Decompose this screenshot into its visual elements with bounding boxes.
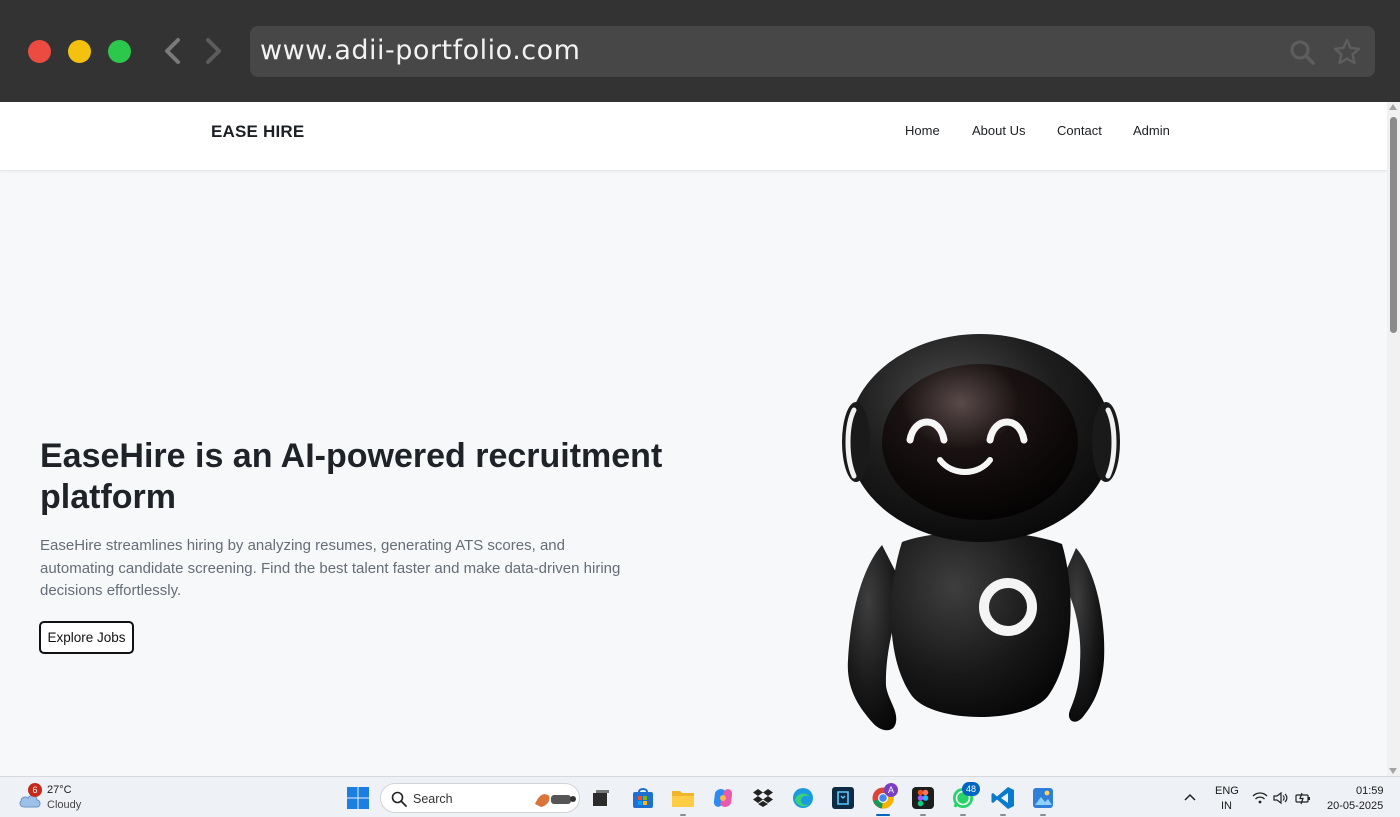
taskbar-search-box[interactable]: Search — [380, 783, 580, 813]
hero-description: EaseHire streamlines hiring by analyzing… — [40, 537, 621, 599]
scroll-thumb[interactable] — [1390, 117, 1397, 333]
file-explorer-icon[interactable] — [670, 785, 696, 811]
taskbar-search-label: Search — [413, 792, 453, 806]
running-indicator — [920, 814, 926, 816]
maximize-window-button[interactable] — [108, 40, 131, 63]
scroll-down-arrow-icon[interactable] — [1389, 768, 1397, 774]
clock-time[interactable]: 01:59 — [1356, 785, 1384, 797]
language-indicator-line1[interactable]: ENG — [1215, 785, 1239, 797]
microsoft-store-icon[interactable] — [630, 785, 656, 811]
clock-date[interactable]: 20-05-2025 — [1327, 800, 1383, 812]
chrome-profile-badge: A — [884, 783, 898, 797]
scroll-up-arrow-icon[interactable] — [1389, 104, 1397, 110]
back-arrow-icon[interactable] — [160, 36, 186, 66]
terminal-app-icon[interactable] — [830, 785, 856, 811]
figma-icon[interactable] — [910, 785, 936, 811]
chevron-up-icon[interactable] — [1183, 791, 1197, 803]
search-icon[interactable] — [1288, 38, 1316, 66]
browser-chrome: www.adii-portfolio.com — [0, 0, 1400, 102]
windows-taskbar: 6 27°C Cloudy Search A 48 ENG IN 01:59 2… — [0, 776, 1400, 817]
battery-icon[interactable] — [1295, 791, 1311, 805]
search-highlight-icon — [535, 794, 576, 807]
nav-home-link[interactable]: Home — [905, 123, 940, 138]
weather-temperature: 27°C — [47, 784, 72, 796]
page-viewport: EASE HIRE Home About Us Contact Admin Ea… — [0, 102, 1400, 776]
minimize-window-button[interactable] — [68, 40, 91, 63]
site-navbar: EASE HIRE Home About Us Contact Admin — [0, 102, 1387, 171]
photos-app-icon[interactable] — [1030, 785, 1056, 811]
running-indicator — [960, 814, 966, 816]
page-scrollbar[interactable] — [1387, 102, 1400, 776]
address-bar[interactable]: www.adii-portfolio.com — [250, 26, 1375, 77]
whatsapp-unread-badge: 48 — [962, 782, 980, 796]
robot-illustration — [842, 334, 1120, 731]
wifi-icon[interactable] — [1252, 791, 1268, 805]
search-icon — [391, 791, 407, 807]
running-indicator — [1040, 814, 1046, 816]
running-indicator — [1000, 814, 1006, 816]
bookmark-star-icon[interactable] — [1333, 38, 1361, 66]
language-indicator-line2[interactable]: IN — [1221, 800, 1232, 812]
weather-alert-badge: 6 — [28, 783, 42, 797]
forward-arrow-icon[interactable] — [200, 36, 226, 66]
vscode-icon[interactable] — [990, 785, 1016, 811]
nav-admin-link[interactable]: Admin — [1133, 123, 1170, 138]
volume-icon[interactable] — [1273, 791, 1289, 805]
active-indicator — [876, 814, 890, 816]
weather-widget[interactable]: 6 27°C Cloudy — [16, 783, 96, 813]
close-window-button[interactable] — [28, 40, 51, 63]
weather-condition: Cloudy — [47, 799, 82, 811]
task-view-icon[interactable] — [588, 785, 614, 811]
windows-start-icon[interactable] — [345, 785, 371, 811]
nav-about-link[interactable]: About Us — [972, 123, 1025, 138]
site-brand[interactable]: EASE HIRE — [211, 122, 304, 142]
edge-browser-icon[interactable] — [790, 785, 816, 811]
nav-contact-link[interactable]: Contact — [1057, 123, 1102, 138]
copilot-icon[interactable] — [710, 785, 736, 811]
dropbox-icon[interactable] — [750, 785, 776, 811]
url-text[interactable]: www.adii-portfolio.com — [260, 35, 580, 66]
explore-jobs-button[interactable]: Explore Jobs — [39, 621, 134, 654]
hero-title: EaseHire is an AI-powered recruitment pl… — [40, 437, 663, 516]
running-indicator — [680, 814, 686, 816]
